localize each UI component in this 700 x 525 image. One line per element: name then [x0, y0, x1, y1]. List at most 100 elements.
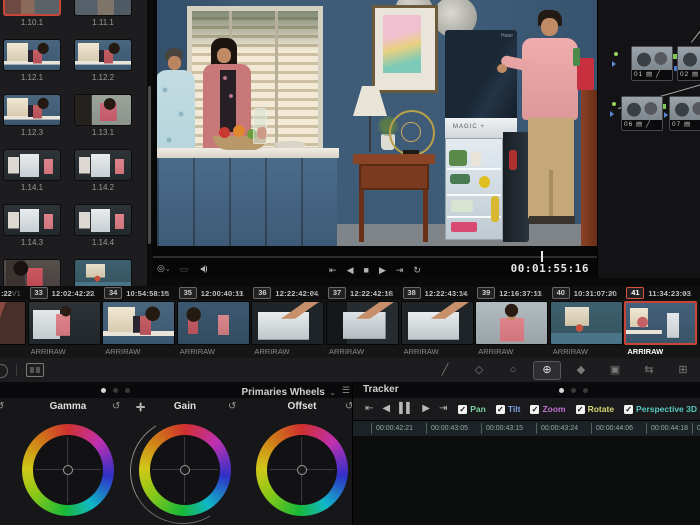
- reset-icon[interactable]: ↺: [228, 401, 236, 412]
- node-input-dot[interactable]: [614, 52, 618, 56]
- tracker-graph-area[interactable]: [353, 436, 700, 525]
- wheel-balance-indicator[interactable]: [63, 465, 73, 475]
- gallery-clip[interactable]: 1.16.1: [74, 259, 132, 286]
- gallery-scrollbar[interactable]: [148, 86, 151, 244]
- clip-thumbnail[interactable]: [74, 259, 132, 286]
- curves-icon[interactable]: ╱: [428, 361, 462, 379]
- clip-thumbnail[interactable]: [74, 0, 132, 16]
- node-graph-panel[interactable]: 01 ▤ ╱ 02 ▤ ▣ 06 ▤ ╱ 07 ▤: [597, 0, 700, 278]
- tracker-checkbox-perspective-3d[interactable]: ✓ Perspective 3D: [624, 404, 697, 414]
- tracker-pagination-dots[interactable]: [559, 388, 588, 393]
- video-frame[interactable]: Haier MAGIC +: [157, 0, 597, 246]
- viewer-scrub-bar[interactable]: [153, 256, 597, 258]
- timeline-clip-thumbnail[interactable]: [27, 301, 101, 345]
- clip-number-badge[interactable]: 41: [626, 287, 645, 299]
- checkbox-icon[interactable]: ✓: [495, 404, 505, 414]
- stereo-3d-icon[interactable]: ⊞: [666, 361, 700, 379]
- gallery-clip[interactable]: 1.14.4: [74, 204, 132, 247]
- tracker-checkbox-rotate[interactable]: ✓ Rotate: [575, 404, 614, 414]
- color-node[interactable]: 01 ▤ ╱: [631, 46, 673, 81]
- checkbox-icon[interactable]: ✓: [458, 404, 468, 414]
- loop-icon[interactable]: ↻: [413, 261, 421, 279]
- clip-thumbnail[interactable]: [3, 204, 61, 236]
- clip-thumbnail[interactable]: [3, 0, 61, 16]
- clip-number-badge[interactable]: 37: [328, 287, 346, 299]
- skip-end-icon[interactable]: ⇥: [396, 261, 404, 279]
- clip-thumbnail[interactable]: [3, 94, 61, 126]
- color-node[interactable]: 06 ▤ ╱: [621, 96, 663, 131]
- blur-icon[interactable]: ◆: [564, 361, 598, 379]
- tracker-icon[interactable]: ⊕: [533, 360, 561, 380]
- step-back-icon[interactable]: ◀: [347, 261, 354, 279]
- clip-number-badge[interactable]: 35: [178, 287, 197, 299]
- track-forward-icon[interactable]: ▶: [422, 400, 430, 418]
- wheels-menu-icon[interactable]: ☰: [342, 385, 350, 396]
- clip-thumbnail[interactable]: [3, 259, 61, 286]
- timeline-clip-thumbnail[interactable]: [400, 301, 474, 345]
- wheels-mode-selector[interactable]: Primaries Wheels ⌄: [241, 382, 336, 401]
- clip-thumbnail[interactable]: [74, 204, 132, 236]
- clip-number-badge[interactable]: 39: [477, 287, 496, 299]
- tracker-checkbox-zoom[interactable]: ✓ Zoom: [530, 404, 566, 414]
- offset-color-wheel[interactable]: [256, 424, 348, 516]
- reset-icon[interactable]: ↺: [345, 401, 352, 412]
- timeline-clip-thumbnail[interactable]: [251, 301, 325, 345]
- play-icon[interactable]: ▶: [379, 261, 386, 279]
- skip-start-icon[interactable]: ⇤: [329, 261, 337, 279]
- lut-browser-icon[interactable]: [26, 363, 44, 377]
- clip-thumbnail[interactable]: [74, 94, 132, 126]
- tracker-checkbox-tilt[interactable]: ✓ Tilt: [495, 404, 520, 414]
- gamma-color-wheel[interactable]: [22, 424, 114, 516]
- reset-icon[interactable]: ↺: [0, 401, 4, 412]
- checkbox-icon[interactable]: ✓: [530, 404, 540, 414]
- picker-crosshair-icon[interactable]: ✛: [136, 401, 145, 414]
- wheels-pagination-dots[interactable]: [101, 388, 130, 393]
- clip-number-badge[interactable]: 33: [29, 287, 48, 299]
- key-icon[interactable]: ▣: [598, 361, 632, 379]
- clip-number-badge[interactable]: 38: [402, 287, 421, 299]
- color-node[interactable]: 02 ▤ ▣: [677, 46, 700, 81]
- gallery-clip[interactable]: 1.12.1: [3, 39, 61, 82]
- gallery-clip[interactable]: 1.14.1: [3, 149, 61, 192]
- checkbox-icon[interactable]: ✓: [624, 404, 634, 414]
- gallery-clip[interactable]: 1.15.1: [3, 259, 61, 286]
- timeline-clip-thumbnail[interactable]: [0, 301, 26, 345]
- timeline-clip-thumbnail[interactable]: [176, 301, 250, 345]
- clip-number-badge[interactable]: 36: [253, 287, 272, 299]
- track-to-start-icon[interactable]: ⇤: [365, 400, 373, 418]
- clip-thumbnail[interactable]: [74, 149, 132, 181]
- node-input-dot[interactable]: [612, 102, 616, 106]
- gallery-clip[interactable]: 1.10.1: [3, 0, 61, 27]
- clip-thumbnail[interactable]: [3, 39, 61, 71]
- gallery-clip[interactable]: 1.14.3: [3, 204, 61, 247]
- wheel-balance-indicator[interactable]: [297, 465, 307, 475]
- pause-icon[interactable]: ▌▌: [399, 400, 413, 418]
- tracker-checkbox-pan[interactable]: ✓ Pan: [458, 404, 486, 414]
- reset-icon[interactable]: ↺: [112, 401, 120, 412]
- gallery-clip[interactable]: 1.11.1: [74, 0, 132, 27]
- power-window-icon[interactable]: ○: [496, 361, 530, 379]
- timeline-clip-thumbnail[interactable]: [624, 301, 698, 345]
- clip-number-badge[interactable]: 40: [551, 287, 570, 299]
- timeline-clip-thumbnail[interactable]: [475, 301, 549, 345]
- node-input-arrow[interactable]: [612, 61, 619, 67]
- gain-master-ring[interactable]: [118, 406, 248, 525]
- timeline-clip-thumbnail[interactable]: [102, 301, 176, 345]
- timeline-clip-thumbnail[interactable]: [549, 301, 623, 345]
- clip-thumbnail[interactable]: [3, 149, 61, 181]
- timeline-clip-thumbnail[interactable]: [326, 301, 399, 345]
- qualifier-icon[interactable]: ◇: [462, 361, 496, 379]
- checkbox-icon[interactable]: ✓: [575, 404, 585, 414]
- gallery-clip[interactable]: 1.12.2: [74, 39, 132, 82]
- track-back-icon[interactable]: ◀: [382, 400, 390, 418]
- clip-number-badge[interactable]: 34: [104, 287, 123, 299]
- gallery-clip[interactable]: 1.13.1: [74, 94, 132, 137]
- gallery-clip[interactable]: 1.12.3: [3, 94, 61, 137]
- node-input-arrow[interactable]: [610, 111, 617, 117]
- color-node[interactable]: 07 ▤: [669, 96, 700, 131]
- gallery-clip[interactable]: 1.14.2: [74, 149, 132, 192]
- track-to-end-icon[interactable]: ⇥: [439, 400, 447, 418]
- sizing-icon[interactable]: ⇆: [632, 361, 666, 379]
- stop-icon[interactable]: ■: [364, 261, 369, 279]
- tracker-ruler[interactable]: 00:00:42:21 00:00:43:05 00:00:43:15 00:00:4…: [353, 420, 700, 437]
